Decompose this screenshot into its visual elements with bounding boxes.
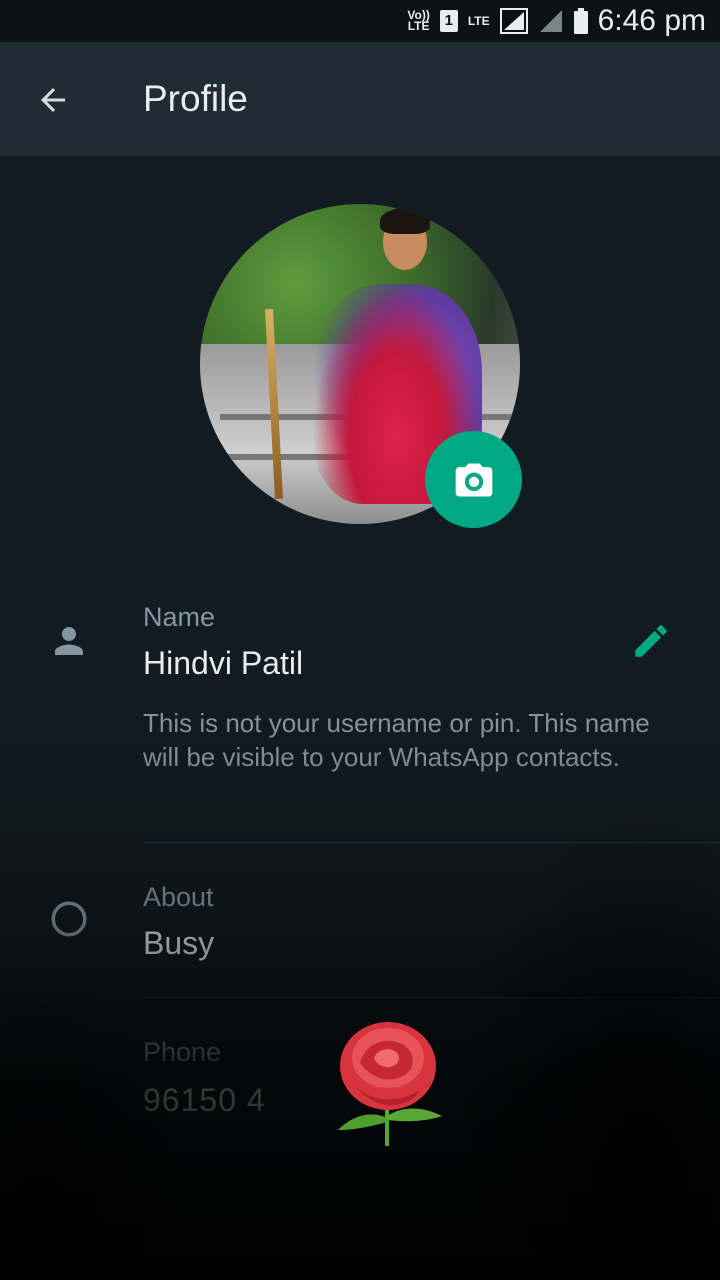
app-bar: Profile: [0, 42, 720, 156]
page-title: Profile: [143, 78, 248, 119]
signal-icon: [499, 8, 528, 34]
person-icon: [48, 620, 90, 662]
change-photo-button[interactable]: [425, 431, 522, 528]
battery-icon: [573, 8, 588, 34]
name-helper-text: This is not your username or pin. This n…: [143, 708, 650, 772]
phone-label: Phone: [143, 1037, 222, 1067]
clock: 6:46 pm: [597, 4, 706, 37]
photo-hair: [380, 208, 430, 234]
phone-value: 96150 4: [143, 1082, 266, 1118]
volte-indicator: Vo)) LTE: [407, 8, 430, 33]
signal-icon-2: [539, 10, 562, 32]
name-value[interactable]: Hindvi Patil: [143, 645, 303, 682]
back-button[interactable]: [28, 75, 78, 125]
pencil-icon[interactable]: [630, 620, 672, 662]
rose-sticker: [338, 1022, 442, 1146]
dark-vignette-overlay: [0, 700, 720, 1280]
status-bar: Vo)) LTE 1 LTE 6:46 pm: [0, 0, 720, 42]
name-label: Name: [143, 602, 216, 632]
about-value[interactable]: Busy: [143, 925, 214, 962]
divider: [143, 997, 720, 998]
camera-icon: [455, 463, 492, 496]
sim-indicator: 1: [439, 10, 458, 32]
about-label: About: [143, 882, 214, 912]
info-icon: [48, 898, 90, 940]
divider: [143, 842, 720, 843]
lte-indicator: LTE: [467, 13, 490, 28]
arrow-left-icon: [41, 88, 65, 112]
